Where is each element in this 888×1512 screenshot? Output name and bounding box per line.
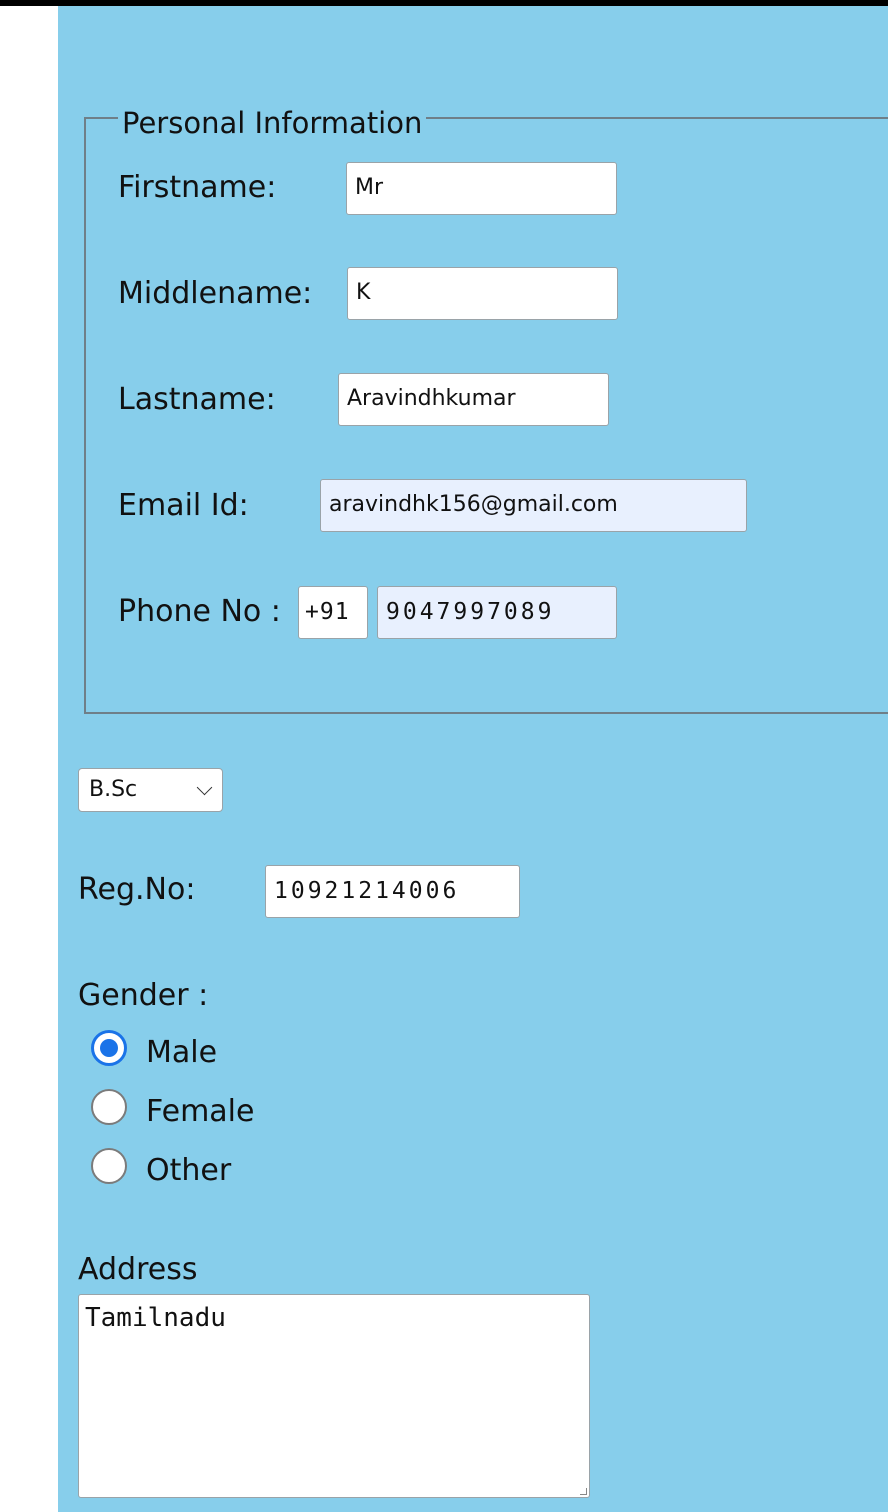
gender-label-male[interactable]: Male xyxy=(146,1033,217,1073)
gender-label-other[interactable]: Other xyxy=(146,1151,231,1191)
lastname-label: Lastname: xyxy=(118,382,276,417)
firstname-label: Firstname: xyxy=(118,170,277,205)
gender-radio-male[interactable] xyxy=(91,1030,127,1066)
regno-input[interactable]: 10921214006 xyxy=(265,865,520,918)
phone-number-input[interactable]: 9047997089 xyxy=(377,586,617,639)
firstname-input[interactable]: Mr xyxy=(346,162,617,215)
address-label: Address xyxy=(78,1252,198,1287)
textarea-resize-handle[interactable] xyxy=(580,1488,587,1495)
address-textarea[interactable]: Tamilnadu xyxy=(78,1294,590,1498)
personal-information-legend: Personal Information xyxy=(118,104,427,142)
email-label: Email Id: xyxy=(118,488,249,523)
middlename-label: Middlename: xyxy=(118,276,313,311)
course-select[interactable]: B.Sc xyxy=(78,768,223,812)
regno-label: Reg.No: xyxy=(78,872,196,907)
middlename-input[interactable]: K xyxy=(347,267,618,320)
country-code-input[interactable]: +91 xyxy=(298,586,368,639)
gender-label: Gender : xyxy=(78,978,209,1013)
lastname-input[interactable]: Aravindhkumar xyxy=(338,373,609,426)
gender-label-female[interactable]: Female xyxy=(146,1092,254,1132)
course-selected-value: B.Sc xyxy=(89,777,138,802)
phone-label: Phone No : xyxy=(118,594,281,629)
chevron-down-icon xyxy=(196,779,213,796)
email-input[interactable]: aravindhk156@gmail.com xyxy=(320,479,747,532)
gender-radio-female[interactable] xyxy=(91,1089,127,1125)
gender-radio-other[interactable] xyxy=(91,1148,127,1184)
